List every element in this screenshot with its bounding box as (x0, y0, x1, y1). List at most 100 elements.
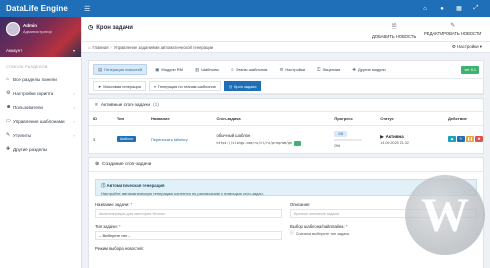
tab-settings[interactable]: ⚙ Настройки (275, 64, 309, 75)
breadcrumb: ⌂ Главная › Управление заданиями автомат… (82, 42, 490, 53)
tab-label: Массовая генерация (103, 83, 141, 89)
pause-button[interactable]: ❚❚ (466, 136, 474, 143)
tab-template-stages[interactable]: ≡ Этапы шаблонов (227, 64, 271, 75)
file-icon: ▤ (98, 66, 103, 72)
profile-panel: Admin Администратор Аккаунт ▾ (0, 17, 81, 57)
sidebar-item-utilities[interactable]: ✎ Утилиты › (0, 128, 81, 142)
clock-icon: ◷ (88, 25, 94, 31)
sidebar-item-other-sections[interactable]: ✚ Другие разделы (0, 142, 81, 156)
tab-mass-generation[interactable]: ➤ Массовая генерация (93, 81, 146, 91)
template-icon: ▥ (195, 66, 200, 72)
job-source-url-row: https://slingp.com/ru/cl/ru/program/ge (216, 140, 331, 146)
sidebar-item-label: Пользователи (13, 104, 43, 110)
expand-icon[interactable]: ⤢ (472, 5, 480, 13)
file-plus-icon: 🗎 (391, 24, 397, 30)
job-name-link[interactable]: Переписать fallstory (151, 137, 188, 142)
tab-other-modules[interactable]: ✚ Другие модули (348, 64, 389, 75)
settings-dropdown[interactable]: ⚙ Настройки ▾ (452, 44, 482, 50)
users-icon: ☻ (6, 104, 12, 110)
column-header-name[interactable]: Название (146, 112, 213, 126)
home-icon[interactable]: ⌂ (421, 5, 429, 13)
eye-icon: ◉ (450, 137, 454, 142)
info-icon: ⓘ (101, 183, 106, 188)
jobs-table: ID Тип Название Cron-задача Прогресс Ста… (89, 112, 483, 153)
column-header-type[interactable]: Тип (112, 112, 147, 126)
add-news-label: ДОБАВИТЬ НОВОСТЬ (372, 34, 417, 39)
tab-label: Шаблоны (201, 67, 219, 72)
cube-icon: ▣ (155, 66, 160, 72)
edit-button[interactable]: ✎ (457, 136, 465, 143)
type-label: Тип задачи: * (95, 224, 282, 229)
tab-rm-modules[interactable]: ▣ Модули RM (151, 64, 187, 75)
column-header-action[interactable]: Действие (444, 112, 483, 126)
top-navbar: DataLife Engine ☰ ⌂ ● ▦ ⤢ (0, 0, 490, 17)
mode-label: Режим выбора новостей: (95, 246, 144, 251)
breadcrumb-home[interactable]: Главная (93, 45, 109, 50)
tabs-card: ▤ Генерация новостей ▣ Модули RM ▥ Шаблоны … (88, 60, 484, 95)
sub-tabs: ➤ Массовая генерация ≡ Генерация по этапам… (89, 79, 483, 94)
sidebar-item-label: Другие разделы (13, 146, 48, 152)
sidebar-item-label: Утилиты (13, 132, 32, 138)
column-header-id[interactable]: ID (89, 112, 113, 126)
list-icon: ≡ (95, 102, 98, 108)
job-actions: ◉ ✎ ❚❚ ✖ (448, 136, 483, 143)
edit-news-button[interactable]: ✎ РЕДАКТИРОВАТЬ НОВОСТИ (424, 22, 481, 36)
view-button[interactable]: ◉ (448, 136, 456, 143)
user-icon[interactable]: ● (438, 5, 446, 13)
name-input[interactable]: Автогенерация для категории Фитнес (95, 209, 282, 218)
tab-license[interactable]: ⚿ Лицензия (313, 64, 344, 75)
sidebar-item-label: Управление шаблонами (13, 118, 65, 124)
page-title-text: Крон задачи (96, 24, 133, 31)
tab-label: Этапы шаблонов (235, 67, 268, 72)
edit-icon: ✎ (459, 137, 463, 142)
delete-button[interactable]: ✖ (475, 136, 483, 143)
menu-toggle-icon[interactable]: ☰ (84, 5, 90, 13)
job-name-cell: Переписать fallstory (147, 125, 213, 153)
caret-down-icon[interactable]: ▾ (73, 48, 75, 53)
key-icon: ⚿ (317, 67, 321, 72)
job-progress-cell: 0/8 0% (330, 125, 376, 153)
required-mark: * (118, 224, 121, 229)
watermark-logo: W (405, 175, 485, 255)
add-news-button[interactable]: 🗎 ДОБАВИТЬ НОВОСТЬ (372, 22, 416, 39)
job-status-time: 14.09.2025 21:32 (380, 140, 409, 145)
type-label-text: Тип задачи: (95, 224, 118, 229)
name-label-text: Название задачи: (95, 202, 130, 207)
watermark-letter: W (421, 188, 469, 242)
tab-news-generation[interactable]: ▤ Генерация новостей (93, 64, 148, 75)
main-tabs: ▤ Генерация новостей ▣ Модули RM ▥ Шаблоны … (89, 61, 483, 79)
form-group-type: Тип задачи: * -- Выберите тип -- (95, 224, 282, 246)
profile-role: Администратор (23, 29, 52, 34)
job-status-text: Активна (385, 134, 404, 140)
tab-cron-jobs[interactable]: ◷ Крон задачи (223, 81, 262, 91)
version-badge: ver 9.1 (461, 65, 479, 74)
pause-icon: ❚❚ (467, 137, 473, 142)
open-link-button[interactable] (293, 140, 301, 146)
sidebar-item-all-sections[interactable]: ⌂ Все разделы панели (0, 72, 81, 86)
sidebar-item-templates[interactable]: ▭ Управление шаблонами › (0, 114, 81, 128)
profile-account-link[interactable]: Аккаунт (6, 48, 22, 53)
info-icon: ⓘ (290, 231, 294, 235)
column-header-cron[interactable]: Cron-задача (212, 112, 331, 126)
job-source-url: https://slingp.com/ru/cl/ru/program/ge (216, 141, 292, 146)
tab-label: Модули RM (161, 67, 183, 72)
tab-label: Настройки (285, 67, 306, 72)
settings-label: Настройки (457, 44, 479, 49)
brand-logo[interactable]: DataLife Engine (0, 0, 82, 17)
tab-stage-generation[interactable]: ≡ Генерация по этапам шаблонов (148, 81, 221, 91)
active-jobs-panel: ≡ Активные cron-задачи (1) ID Тип Назван… (88, 98, 484, 154)
column-header-progress[interactable]: Прогресс (330, 112, 377, 126)
job-status-cell: ▶ Активна 14.09.2025 21:32 (376, 125, 444, 153)
type-select-value: -- Выберите тип -- (99, 233, 131, 238)
tab-templates[interactable]: ▥ Шаблоны (191, 64, 223, 75)
sidebar-item-users[interactable]: ☻ Пользователи › (0, 100, 81, 114)
avatar[interactable] (6, 22, 20, 36)
name-label: Название задачи: * (95, 202, 282, 207)
type-select[interactable]: -- Выберите тип -- (95, 231, 282, 240)
sidebar-item-script-settings[interactable]: ⚙ Настройки скрипта › (0, 86, 81, 100)
grid-icon[interactable]: ▦ (455, 5, 463, 13)
gear-icon: ⚙ (279, 66, 284, 72)
tab-label: Крон задачи (234, 83, 257, 89)
chevron-right-icon: › (73, 132, 75, 138)
column-header-status[interactable]: Статус (376, 112, 444, 126)
